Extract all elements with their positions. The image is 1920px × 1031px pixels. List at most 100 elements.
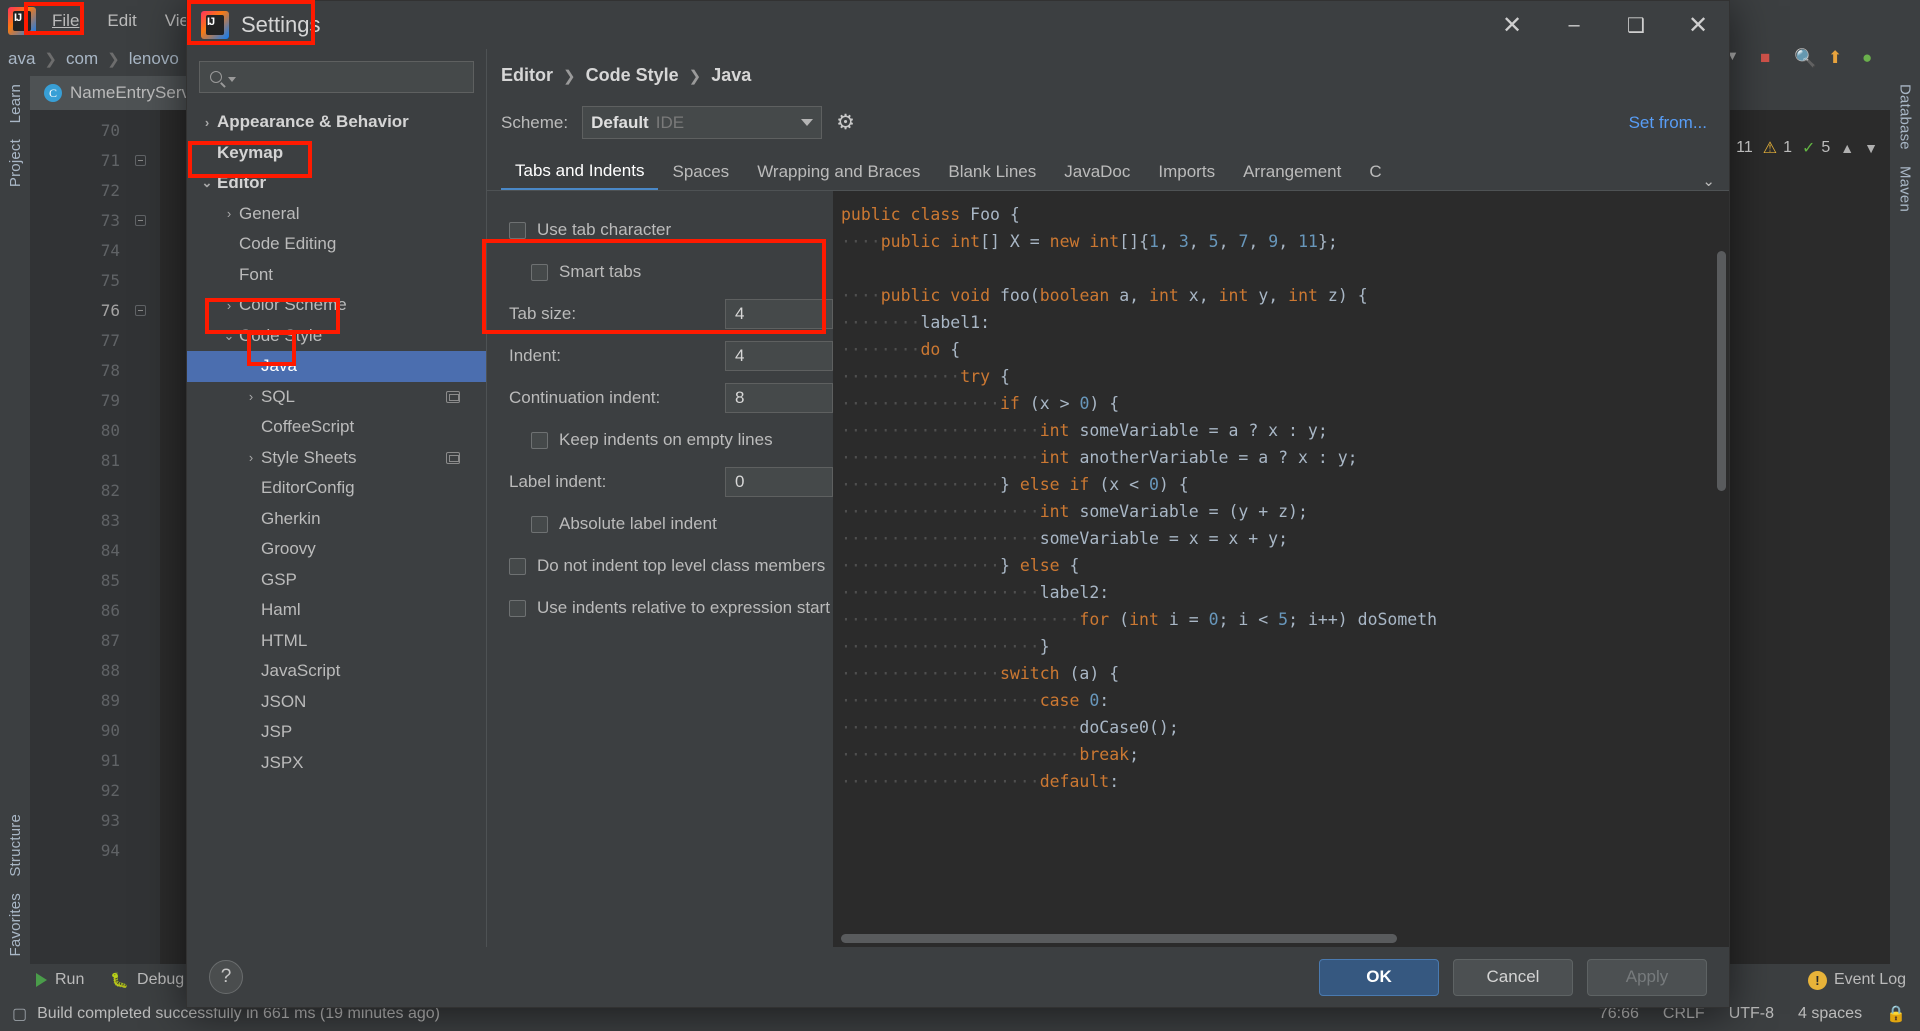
tab-tabs-and-indents[interactable]: Tabs and Indents xyxy=(501,154,659,190)
tab-spaces[interactable]: Spaces xyxy=(658,154,743,190)
do-not-indent-top-level-checkbox[interactable] xyxy=(509,557,526,575)
tree-item-gsp[interactable]: GSP xyxy=(187,565,486,596)
tree-item-editorconfig[interactable]: EditorConfig xyxy=(187,473,486,504)
smart-tabs-checkbox[interactable] xyxy=(531,263,548,281)
tree-item-label: Code Editing xyxy=(239,234,337,254)
settings-tree[interactable]: › Appearance & Behavior Keymap ⌄ Editor › Gene… xyxy=(187,101,486,947)
label-indent-input[interactable]: 0 xyxy=(725,467,833,497)
tree-item-coffeescript[interactable]: CoffeeScript xyxy=(187,412,486,443)
breadcrumb-seg-0[interactable]: ava xyxy=(8,49,35,69)
absolute-label-indent-row[interactable]: Absolute label indent xyxy=(495,503,833,545)
scheme-select[interactable]: Default IDE xyxy=(582,106,823,139)
code-preview-vertical-scrollbar[interactable] xyxy=(1717,251,1726,491)
do-not-indent-top-level-row[interactable]: Do not indent top level class members xyxy=(495,545,833,587)
tree-item-html[interactable]: HTML xyxy=(187,626,486,657)
browser-icon[interactable]: ● xyxy=(1862,48,1884,70)
tool-window-database[interactable]: Database xyxy=(1897,76,1914,158)
tab-wrapping-and-braces[interactable]: Wrapping and Braces xyxy=(743,154,934,190)
ok-button[interactable]: OK xyxy=(1319,958,1439,996)
maximize-icon[interactable]: ❑ xyxy=(1605,1,1667,49)
tree-item-appearance-behavior[interactable]: › Appearance & Behavior xyxy=(187,107,486,138)
tree-item-style-sheets[interactable]: › Style Sheets xyxy=(187,443,486,474)
continuation-indent-input[interactable]: 8 xyxy=(725,383,833,413)
chevron-up-icon[interactable]: ▲ xyxy=(1840,140,1854,156)
run-tool-button[interactable]: Run xyxy=(36,971,84,989)
settings-search-box[interactable] xyxy=(199,61,474,93)
code-token: if xyxy=(1069,475,1100,494)
code-token: 0 xyxy=(1208,610,1219,629)
tree-item-jspx[interactable]: JSPX xyxy=(187,748,486,779)
tab-size-input[interactable]: 4 xyxy=(725,299,833,329)
tree-item-gherkin[interactable]: Gherkin xyxy=(187,504,486,535)
event-log-icon: ! xyxy=(1807,970,1827,990)
tab-imports[interactable]: Imports xyxy=(1144,154,1229,190)
settings-content-panel: Editor ❯ Code Style ❯ Java Scheme: Defau… xyxy=(487,49,1729,947)
code-preview-horizontal-scrollbar[interactable] xyxy=(841,934,1397,943)
close-icon[interactable]: ✕ xyxy=(1481,1,1543,49)
use-indents-relative-row[interactable]: Use indents relative to expression start xyxy=(495,587,833,629)
chevron-down-icon[interactable]: ⌄ xyxy=(1688,172,1729,190)
tree-item-java[interactable]: Java xyxy=(187,351,486,382)
tree-item-groovy[interactable]: Groovy xyxy=(187,534,486,565)
tree-item-keymap[interactable]: Keymap xyxy=(187,138,486,169)
help-button[interactable]: ? xyxy=(209,960,243,994)
tool-window-maven[interactable]: Maven xyxy=(1897,158,1914,220)
apply-button[interactable]: Apply xyxy=(1587,958,1707,996)
tree-item-code-editing[interactable]: Code Editing xyxy=(187,229,486,260)
tool-window-favorites[interactable]: Favorites xyxy=(7,885,24,965)
tab-c[interactable]: C xyxy=(1355,154,1395,190)
inspection-widget[interactable]: 11 ⚠ 1 ✓ 5 ▲ ▼ xyxy=(1736,138,1878,158)
tree-item-label: JSP xyxy=(261,722,293,742)
set-from-link[interactable]: Set from... xyxy=(1629,113,1707,133)
keep-indents-row[interactable]: Keep indents on empty lines xyxy=(495,419,833,461)
cancel-button[interactable]: Cancel xyxy=(1453,958,1573,996)
code-fold-icon[interactable] xyxy=(135,305,146,316)
tab-blank-lines[interactable]: Blank Lines xyxy=(934,154,1050,190)
gear-icon[interactable]: ⚙ xyxy=(836,112,858,134)
tree-item-code-style[interactable]: ⌄ Code Style xyxy=(187,321,486,352)
tree-item-general[interactable]: › General xyxy=(187,199,486,230)
update-icon[interactable]: ⬆ xyxy=(1828,48,1850,70)
encoding-label[interactable]: UTF-8 xyxy=(1729,1005,1774,1023)
use-indents-relative-checkbox[interactable] xyxy=(509,599,526,617)
tree-item-json[interactable]: JSON xyxy=(187,687,486,718)
keep-indents-checkbox[interactable] xyxy=(531,431,548,449)
tree-item-haml[interactable]: Haml xyxy=(187,595,486,626)
indent-input[interactable]: 4 xyxy=(725,341,833,371)
tree-item-jsp[interactable]: JSP xyxy=(187,717,486,748)
code-fold-icon[interactable] xyxy=(135,215,146,226)
breadcrumb-seg-2[interactable]: lenovo xyxy=(129,49,179,69)
use-tab-character-checkbox[interactable] xyxy=(509,221,526,239)
menu-item-file[interactable]: File xyxy=(40,7,91,35)
minimize-icon[interactable]: – xyxy=(1543,1,1605,49)
app-close-icon[interactable]: ✕ xyxy=(1667,1,1729,49)
menu-item-edit[interactable]: Edit xyxy=(95,7,148,35)
search-icon[interactable]: 🔍 xyxy=(1794,48,1816,70)
code-token: public xyxy=(880,286,951,305)
smart-tabs-row[interactable]: Smart tabs xyxy=(495,251,833,293)
tree-item-sql[interactable]: › SQL xyxy=(187,382,486,413)
event-log-button[interactable]: ! Event Log xyxy=(1807,970,1906,990)
chevron-down-icon[interactable]: ▼ xyxy=(1864,140,1878,156)
code-fold-icon[interactable] xyxy=(135,155,146,166)
tree-item-javascript[interactable]: JavaScript xyxy=(187,656,486,687)
tree-item-font[interactable]: Font xyxy=(187,260,486,291)
code-line: ····················label2: xyxy=(841,579,1729,606)
tree-item-editor[interactable]: ⌄ Editor xyxy=(187,168,486,199)
tool-window-project[interactable]: Project xyxy=(7,131,24,195)
tree-item-color-scheme[interactable]: › Color Scheme xyxy=(187,290,486,321)
tab-arrangement[interactable]: Arrangement xyxy=(1229,154,1355,190)
stop-icon[interactable]: ■ xyxy=(1760,48,1782,70)
tool-window-learn[interactable]: Learn xyxy=(7,76,24,131)
breadcrumb-seg-1[interactable]: com xyxy=(66,49,98,69)
debug-tool-button[interactable]: 🐛 Debug xyxy=(110,971,184,989)
code-preview-pane[interactable]: public class Foo {····public int[] X = n… xyxy=(833,191,1729,947)
absolute-label-indent-checkbox[interactable] xyxy=(531,515,548,533)
tab-javadoc[interactable]: JavaDoc xyxy=(1050,154,1144,190)
use-tab-character-row[interactable]: Use tab character xyxy=(495,209,833,251)
tool-window-structure[interactable]: Structure xyxy=(7,806,24,885)
code-style-tabs[interactable]: Tabs and Indents Spaces Wrapping and Brace… xyxy=(487,155,1729,191)
lock-icon[interactable]: 🔒 xyxy=(1886,1004,1906,1024)
code-token: 5 xyxy=(1278,610,1289,629)
indent-status[interactable]: 4 spaces xyxy=(1798,1005,1862,1023)
